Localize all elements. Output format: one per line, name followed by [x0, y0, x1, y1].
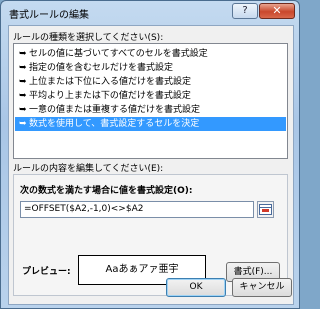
rule-type-list[interactable]: ➥ セルの値に基づいてすべてのセルを書式設定 ➥ 指定の値を含むセルだけを書式設定 … [13, 43, 288, 159]
rule-type-item-label: 上位または下位に入る値だけを書式設定 [29, 77, 192, 87]
dialog-window: 書式ルールの編集 ? ✕ ルールの種類を選択してください(S): ➥ セルの値に基… [0, 0, 300, 309]
cancel-button[interactable]: キャンセル [232, 278, 292, 297]
rule-type-item[interactable]: ➥ 指定の値を含むセルだけを書式設定 [15, 61, 286, 75]
formula-input[interactable]: =OFFSET($A2,-1,0)<>$A2 [20, 201, 254, 218]
arrow-icon: ➥ [19, 63, 27, 73]
arrow-icon: ➥ [19, 77, 27, 87]
help-button[interactable]: ? [232, 3, 258, 19]
rule-type-item[interactable]: ➥ セルの値に基づいてすべてのセルを書式設定 [15, 47, 286, 61]
arrow-icon: ➥ [19, 119, 27, 129]
rule-type-item-label: 一意の値または重複する値だけを書式設定 [29, 105, 201, 115]
rule-content-label: ルールの内容を編集してください(E): [13, 164, 164, 174]
ok-button[interactable]: OK [166, 278, 226, 297]
range-collapse-button[interactable] [257, 201, 274, 218]
dialog-title: 書式ルールの編集 [9, 10, 89, 21]
arrow-icon: ➥ [19, 91, 27, 101]
dialog-client-area: ルールの種類を選択してください(S): ➥ セルの値に基づいてすべてのセルを書式設… [8, 25, 294, 305]
rule-type-item-label: 指定の値を含むセルだけを書式設定 [29, 63, 174, 73]
rule-type-item[interactable]: ➥ 一意の値または重複する値だけを書式設定 [15, 103, 286, 117]
range-select-icon [259, 204, 272, 215]
arrow-icon: ➥ [19, 49, 27, 59]
rule-type-item[interactable]: ➥ 上位または下位に入る値だけを書式設定 [15, 75, 286, 89]
rule-type-label: ルールの種類を選択してください(S): [13, 33, 164, 43]
rule-type-item[interactable]: ➥ 平均より上または下の値だけを書式設定 [15, 89, 286, 103]
rule-type-item-selected[interactable]: ➥ 数式を使用して、書式設定するセルを決定 [15, 117, 286, 131]
title-bar[interactable]: 書式ルールの編集 ? ✕ [1, 1, 299, 23]
rule-type-item-label: 平均より上または下の値だけを書式設定 [29, 91, 191, 101]
formula-label: 次の数式を満たす場合に値を書式設定(O): [20, 186, 193, 196]
preview-label: プレビュー: [22, 267, 71, 277]
arrow-icon: ➥ [19, 105, 27, 115]
close-button[interactable]: ✕ [259, 3, 295, 19]
rule-type-item-label: セルの値に基づいてすべてのセルを書式設定 [29, 49, 208, 59]
rule-type-item-label: 数式を使用して、書式設定するセルを決定 [29, 119, 200, 129]
